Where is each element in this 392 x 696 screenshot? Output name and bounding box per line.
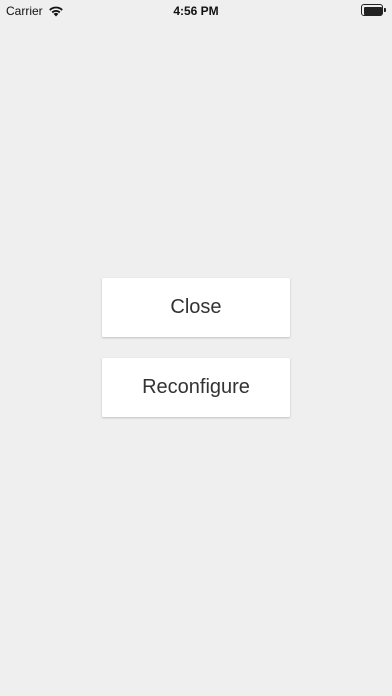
battery-level-fill (364, 7, 382, 15)
close-button[interactable]: Close (102, 278, 290, 337)
battery-body (361, 4, 383, 16)
battery-icon (361, 4, 386, 16)
battery-cap (384, 8, 386, 12)
status-time: 4:56 PM (173, 4, 219, 18)
status-bar: Carrier 4:56 PM (0, 0, 392, 22)
reconfigure-button[interactable]: Reconfigure (102, 358, 290, 417)
